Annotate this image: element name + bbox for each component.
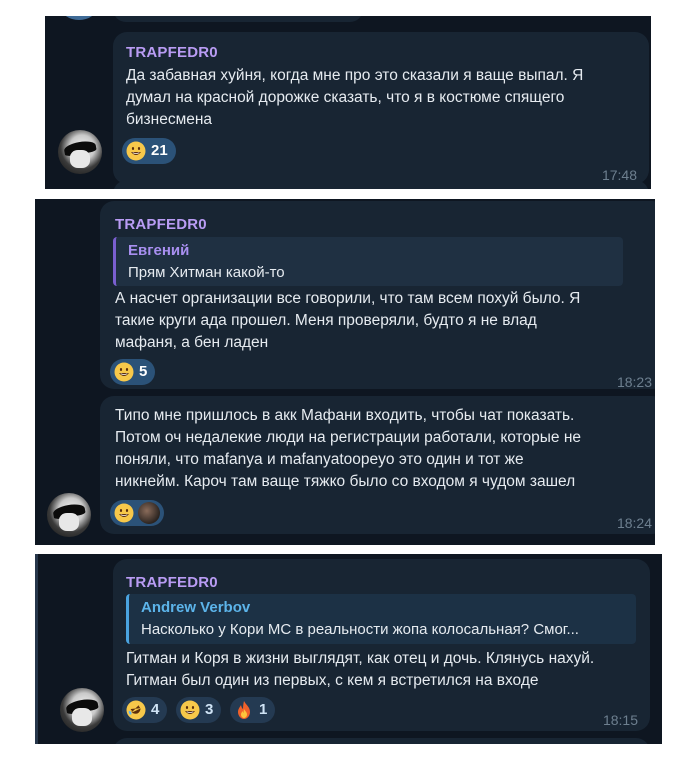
- rofl-face-icon: [126, 700, 146, 720]
- reply-quote[interactable]: Евгений Прям Хитман какой-то: [113, 237, 623, 286]
- fire-icon: [238, 701, 250, 719]
- reaction-chip[interactable]: 3: [176, 697, 222, 723]
- message-bubble[interactable]: Типо мне пришлось в акк Мафани входить, …: [100, 396, 655, 534]
- next-message-bubble[interactable]: [113, 738, 650, 744]
- message-line: никнейм. Кароч там ваще тяжко было со вх…: [115, 473, 576, 490]
- message-bubble[interactable]: TRAPFEDR0 Евгений Прям Хитман какой-то А…: [100, 201, 655, 390]
- message-line: такие круги ада прошел. Меня проверяли, …: [115, 312, 537, 329]
- sender-name[interactable]: TRAPFEDR0: [126, 572, 218, 594]
- reaction-chip[interactable]: 21: [122, 138, 176, 164]
- reply-quote[interactable]: Andrew Verbov Насколько у Кори МС в реал…: [126, 594, 636, 644]
- chat-panel-1: TRAPFEDR0 Да забавная хуйня, когда мне п…: [45, 16, 651, 189]
- next-message-bubble[interactable]: [113, 180, 649, 189]
- reaction-count: 1: [259, 701, 268, 718]
- reaction-count: 21: [151, 142, 168, 159]
- quote-author: Andrew Verbov: [141, 599, 251, 616]
- sender-name[interactable]: TRAPFEDR0: [126, 42, 218, 64]
- grinning-face-icon: [114, 362, 134, 382]
- previous-message-bubble[interactable]: [113, 16, 363, 22]
- message-bubble[interactable]: TRAPFEDR0 Andrew Verbov Насколько у Кори…: [113, 559, 650, 731]
- message-line: Потом оч недалекие люди на регистрации р…: [115, 429, 581, 446]
- quote-text: Насколько у Кори МС в реальности жопа ко…: [141, 621, 579, 638]
- avatar[interactable]: [47, 493, 91, 537]
- message-time: 18:24: [616, 515, 652, 531]
- reaction-chip[interactable]: [110, 500, 164, 526]
- message-time: 18:23: [616, 374, 652, 390]
- message-line: думал на красной дорожке сказать, что я …: [126, 89, 565, 106]
- message-line: поняли, что mafanya и mafanyatoopeyo это…: [115, 451, 524, 468]
- reaction-count: 4: [151, 701, 160, 718]
- grinning-face-icon: [180, 700, 200, 720]
- quote-text: Прям Хитман какой-то: [128, 264, 285, 281]
- message-time: 18:15: [602, 712, 638, 728]
- message-line: бизнесмена: [126, 111, 213, 128]
- message-line: Типо мне пришлось в акк Мафани входить, …: [115, 407, 575, 424]
- chat-panel-2: TRAPFEDR0 Евгений Прям Хитман какой-то А…: [35, 199, 655, 545]
- reaction-chip[interactable]: 4: [122, 697, 168, 723]
- message-line: Гитман и Коря в жизни выглядят, как отец…: [126, 650, 595, 667]
- reactor-avatar: [138, 502, 160, 524]
- message-line: Да забавная хуйня, когда мне про это ска…: [126, 67, 584, 84]
- grinning-face-icon: [126, 141, 146, 161]
- grinning-face-icon: [114, 503, 134, 523]
- quote-author: Евгений: [128, 242, 190, 259]
- message-bubble[interactable]: TRAPFEDR0 Да забавная хуйня, когда мне п…: [113, 32, 649, 184]
- chat-panel-3: TRAPFEDR0 Andrew Verbov Насколько у Кори…: [35, 554, 662, 744]
- reaction-count: 5: [139, 363, 148, 380]
- reaction-count: 3: [205, 701, 214, 718]
- sender-name[interactable]: TRAPFEDR0: [115, 214, 207, 236]
- avatar[interactable]: [58, 130, 102, 174]
- message-line: мафаня, а бен ладен: [115, 334, 269, 351]
- message-line: Гитман был один из первых, с кем я встре…: [126, 672, 539, 689]
- avatar[interactable]: [60, 688, 104, 732]
- avatar-stub: [61, 16, 97, 20]
- reaction-chip[interactable]: 5: [110, 359, 156, 385]
- reaction-chip[interactable]: 1: [230, 697, 276, 723]
- panel-edge: [35, 554, 38, 744]
- message-line: А насчет организации все говорили, что т…: [115, 290, 581, 307]
